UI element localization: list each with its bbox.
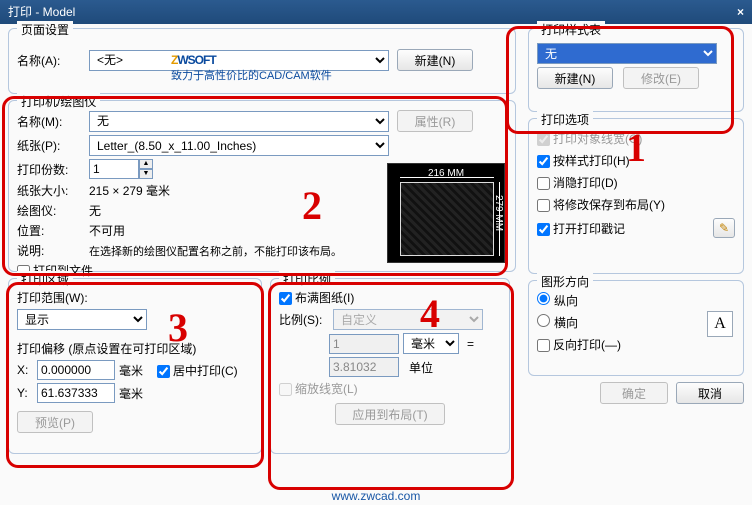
print-scale-group: 打印比例 布满图纸(I) 比例(S): 自定义 毫米 = 单位 缩放线宽(L) …: [270, 278, 510, 454]
den-unit-label: 单位: [409, 359, 433, 376]
offset-y-input[interactable]: [37, 383, 115, 403]
orient-portrait-radio[interactable]: 纵向: [537, 292, 578, 309]
page-setup-group: 页面设置 名称(A): <无> 新建(N) ZWSOFT 致力于高性价比的CAD…: [8, 28, 516, 94]
printer-legend: 打印机/绘图仪: [17, 93, 100, 110]
copies-label: 打印份数:: [17, 161, 85, 178]
copies-up[interactable]: ▲: [139, 159, 153, 169]
opt-by-style-checkbox[interactable]: 按样式打印(H): [537, 152, 630, 169]
orient-landscape-radio[interactable]: 横向: [537, 314, 578, 331]
logo: ZWSOFT 致力于高性价比的CAD/CAM软件: [171, 39, 332, 83]
print-options-group: 打印选项 打印对象线宽(O) 按样式打印(H) 消隐打印(D) 将修改保存到布局…: [528, 118, 744, 274]
printer-name-select[interactable]: 无: [89, 111, 389, 132]
styletable-select[interactable]: 无: [537, 43, 717, 64]
paper-select[interactable]: Letter_(8.50_x_11.00_Inches): [89, 135, 389, 156]
close-icon[interactable]: ×: [737, 0, 744, 24]
print-area-group: 打印区域 打印范围(W): 显示 打印偏移 (原点设置在可打印区域) X: 毫米…: [8, 278, 262, 454]
ratio-select[interactable]: 自定义: [333, 309, 483, 330]
offset-y-unit: 毫米: [119, 385, 143, 402]
location-label: 位置:: [17, 222, 85, 239]
paper-label: 纸张(P):: [17, 137, 85, 154]
preview-height-label: 279 MM: [493, 195, 504, 231]
scale-den-input: [329, 357, 399, 377]
opt-hide-checkbox[interactable]: 消隐打印(D): [537, 174, 618, 191]
scale-legend: 打印比例: [279, 271, 335, 288]
offset-x-unit: 毫米: [119, 362, 143, 379]
location-value: 不可用: [89, 222, 125, 239]
equals-label: =: [467, 337, 474, 351]
orient-legend: 图形方向: [537, 273, 593, 290]
apply-layout-button: 应用到布局(T): [335, 403, 445, 425]
titlebar: 打印 - Model ×: [0, 0, 752, 24]
footer-url: www.zwcad.com: [0, 489, 752, 503]
styletable-group: 打印样式表 无 新建(N) 修改(E): [528, 28, 744, 112]
scale-num-input: [329, 334, 399, 354]
offset-x-label: X:: [17, 363, 33, 377]
opt-stamp-checkbox[interactable]: 打开打印戳记: [537, 220, 625, 237]
plotter-label: 绘图仪:: [17, 202, 85, 219]
preview-button: 预览(P): [17, 411, 93, 433]
offset-legend: 打印偏移 (原点设置在可打印区域): [17, 340, 253, 357]
papersize-value: 215 × 279 毫米: [89, 182, 170, 199]
plotter-value: 无: [89, 202, 101, 219]
printer-group: 打印机/绘图仪 名称(M): 无 属性(R) 纸张(P): Letter_(8.…: [8, 100, 516, 272]
fit-checkbox[interactable]: 布满图纸(I): [279, 289, 354, 306]
printer-name-label: 名称(M):: [17, 113, 85, 130]
printer-props-button: 属性(R): [397, 110, 473, 132]
page-setup-legend: 页面设置: [17, 21, 73, 38]
pagesetup-new-button[interactable]: 新建(N): [397, 49, 473, 71]
scale-lw-checkbox: 缩放线宽(L): [279, 380, 358, 397]
copies-input[interactable]: [89, 159, 139, 179]
range-label: 打印范围(W):: [17, 289, 88, 306]
orient-reverse-checkbox[interactable]: 反向打印(—): [537, 336, 621, 353]
copies-down[interactable]: ▼: [139, 169, 153, 179]
cancel-button[interactable]: 取消: [676, 382, 744, 404]
ratio-label: 比例(S):: [279, 311, 329, 328]
center-checkbox[interactable]: 居中打印(C): [157, 362, 238, 379]
pagesetup-name-label: 名称(A):: [17, 52, 85, 69]
desc-label: 说明:: [17, 242, 85, 259]
ok-button: 确定: [600, 382, 668, 404]
opt-obj-lw-checkbox: 打印对象线宽(O): [537, 130, 642, 147]
range-select[interactable]: 显示: [17, 309, 147, 330]
styletable-new-button[interactable]: 新建(N): [537, 67, 613, 89]
stamp-icon[interactable]: ✎: [713, 218, 735, 238]
desc-value: 在选择新的绘图仪配置名称之前，不能打印该布局。: [89, 243, 342, 259]
opt-save-layout-checkbox[interactable]: 将修改保存到布局(Y): [537, 196, 665, 213]
styletable-edit-button: 修改(E): [623, 67, 699, 89]
scale-unit-select[interactable]: 毫米: [403, 333, 459, 354]
paper-preview: 216 MM 279 MM: [387, 163, 505, 263]
offset-y-label: Y:: [17, 386, 33, 400]
styletable-legend: 打印样式表: [537, 21, 605, 38]
orientation-icon: A: [707, 311, 733, 337]
options-legend: 打印选项: [537, 111, 593, 128]
area-legend: 打印区域: [17, 271, 73, 288]
offset-x-input[interactable]: [37, 360, 115, 380]
orientation-group: 图形方向 纵向 横向 反向打印(—) A: [528, 280, 744, 376]
papersize-label: 纸张大小:: [17, 182, 85, 199]
